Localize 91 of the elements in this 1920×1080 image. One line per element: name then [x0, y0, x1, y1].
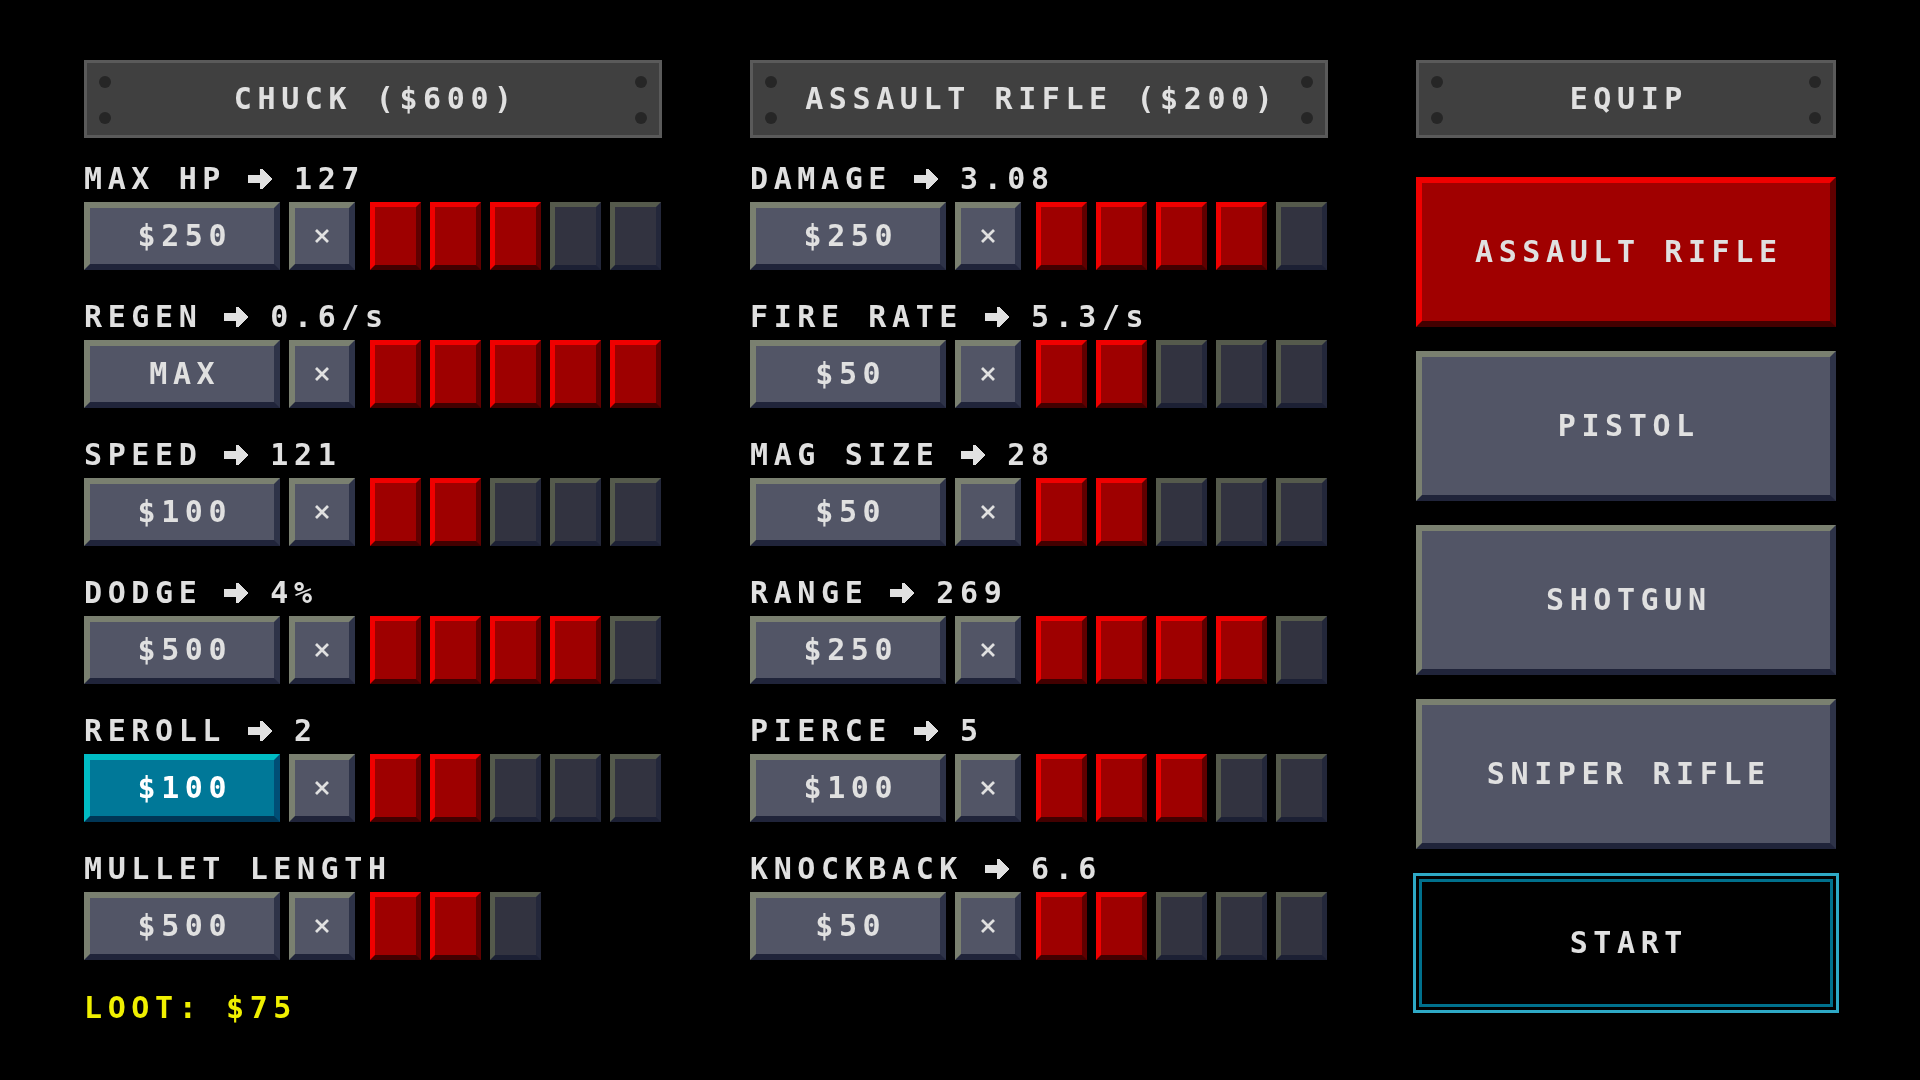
stat-value: 0.6/s	[270, 302, 389, 332]
rivet-icon	[1301, 76, 1313, 88]
price-button[interactable]: $50	[750, 340, 946, 408]
clear-button[interactable]	[955, 892, 1021, 960]
stat-value: 6.6	[1030, 854, 1102, 884]
rivet-icon	[635, 112, 647, 124]
stat-value: 5	[960, 716, 984, 746]
arrow-icon	[224, 307, 249, 327]
stat-name: MAG SIZE	[750, 440, 940, 470]
stat-name: MULLET LENGTH	[84, 854, 392, 884]
stat-value: 127	[294, 164, 365, 194]
close-icon	[980, 367, 996, 381]
arrow-icon	[224, 583, 249, 603]
arrow-icon	[890, 583, 915, 603]
weapon-button[interactable]: PISTOL	[1416, 351, 1836, 501]
stat-value: 121	[270, 440, 342, 470]
clear-button[interactable]	[289, 202, 355, 270]
price-button[interactable]: $100	[84, 754, 280, 822]
close-icon	[980, 643, 996, 657]
close-icon	[314, 919, 330, 933]
arrow-icon	[224, 445, 249, 465]
clear-button[interactable]	[955, 478, 1021, 546]
stat-name: REGEN	[84, 302, 203, 332]
arrow-icon	[248, 169, 272, 189]
panel-title: EQUIP	[1569, 84, 1688, 114]
weapon-button[interactable]: SHOTGUN	[1416, 525, 1836, 675]
close-icon	[980, 919, 996, 933]
price-button[interactable]: $250	[84, 202, 280, 270]
stat-name: MAX HP	[84, 164, 226, 194]
loot-counter: LOOT: $75	[84, 993, 297, 1023]
stat-value: 28	[1007, 440, 1055, 470]
close-icon	[314, 505, 330, 519]
arrow-icon	[914, 169, 938, 189]
close-icon	[314, 229, 330, 243]
panel-title: ASSAULT RIFLE ($200)	[805, 84, 1279, 114]
close-icon	[314, 643, 330, 657]
stat-value: 3.08	[960, 164, 1055, 194]
price-button[interactable]: MAX	[84, 340, 280, 408]
weapon-button[interactable]: ASSAULT RIFLE	[1416, 177, 1836, 327]
price-button[interactable]: $500	[84, 616, 280, 684]
arrow-icon	[984, 307, 1009, 327]
rivet-icon	[1431, 76, 1443, 88]
stat-name: KNOCKBACK	[750, 854, 963, 884]
price-button[interactable]: $100	[84, 478, 280, 546]
arrow-icon	[914, 721, 938, 741]
close-icon	[980, 229, 996, 243]
stat-name: SPEED	[84, 440, 203, 470]
stat-value: 2	[294, 716, 318, 746]
price-button[interactable]: $100	[750, 754, 946, 822]
rivet-icon	[765, 76, 777, 88]
stat-value: 4%	[270, 578, 318, 608]
rivet-icon	[765, 112, 777, 124]
clear-button[interactable]	[289, 892, 355, 960]
stat-name: FIRE RATE	[750, 302, 963, 332]
stat-value: 269	[936, 578, 1008, 608]
stat-name: PIERCE	[750, 716, 892, 746]
price-button[interactable]: $50	[750, 892, 946, 960]
price-button[interactable]: $250	[750, 616, 946, 684]
start-button[interactable]: START	[1413, 873, 1839, 1013]
close-icon	[980, 781, 996, 795]
close-icon	[980, 505, 996, 519]
price-button[interactable]: $500	[84, 892, 280, 960]
rivet-icon	[1431, 112, 1443, 124]
price-button[interactable]: $250	[750, 202, 946, 270]
rivet-icon	[1809, 112, 1821, 124]
stat-value: 5.3/s	[1030, 302, 1150, 332]
clear-button[interactable]	[955, 202, 1021, 270]
clear-button[interactable]	[289, 754, 355, 822]
rivet-icon	[1301, 112, 1313, 124]
close-icon	[314, 781, 330, 795]
stat-name: RANGE	[750, 578, 869, 608]
panel-title: CHUCK ($600)	[233, 84, 518, 114]
rivet-icon	[1809, 76, 1821, 88]
rivet-icon	[635, 76, 647, 88]
price-button[interactable]: $50	[750, 478, 946, 546]
stat-name: DODGE	[84, 578, 203, 608]
clear-button[interactable]	[289, 340, 355, 408]
close-icon	[314, 367, 330, 381]
stat-name: REROLL	[84, 716, 226, 746]
rivet-icon	[99, 76, 111, 88]
rivet-icon	[99, 112, 111, 124]
clear-button[interactable]	[955, 754, 1021, 822]
clear-button[interactable]	[289, 616, 355, 684]
stat-name: DAMAGE	[750, 164, 892, 194]
arrow-icon	[248, 721, 272, 741]
clear-button[interactable]	[289, 478, 355, 546]
arrow-icon	[961, 445, 986, 465]
weapon-button[interactable]: SNIPER RIFLE	[1416, 699, 1836, 849]
clear-button[interactable]	[955, 616, 1021, 684]
clear-button[interactable]	[955, 340, 1021, 408]
arrow-icon	[984, 859, 1009, 879]
